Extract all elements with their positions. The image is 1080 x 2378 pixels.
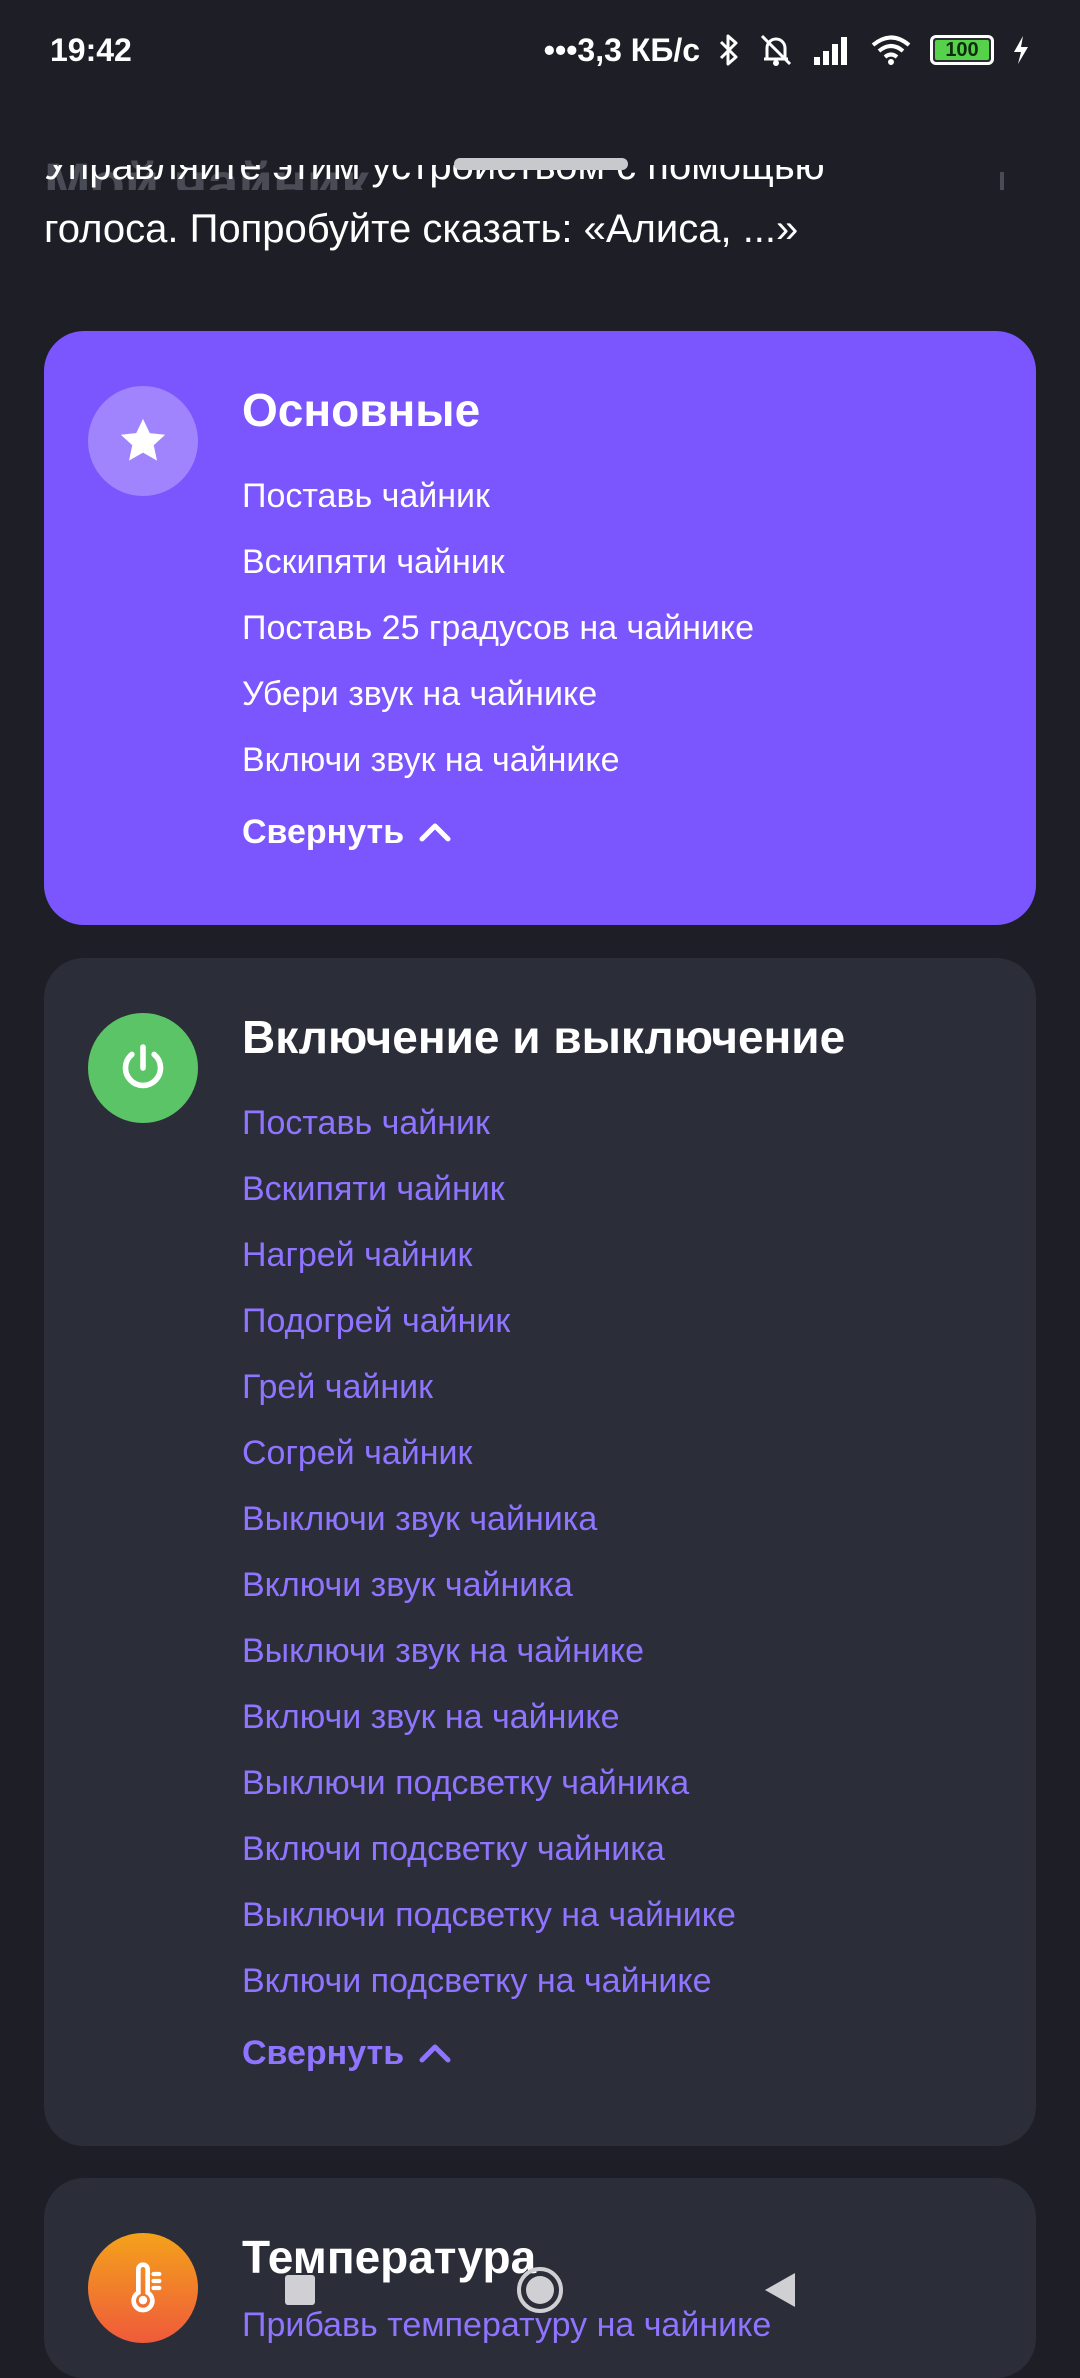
recent-apps-button[interactable] [275,2265,325,2315]
command-item[interactable]: Поставь чайник [242,463,754,529]
chevron-up-icon [418,813,452,852]
command-item[interactable]: Выключи звук на чайнике [242,1618,736,1684]
alarm-off-icon [758,32,794,68]
section-title-main: Основные [242,384,481,436]
status-time: 19:42 [50,31,132,68]
command-item[interactable]: Поставь 25 градусов на чайнике [242,595,754,661]
command-item[interactable]: Включи подсветку чайника [242,1816,736,1882]
section-card-main: Основные Поставь чайник Вскипяти чайник … [44,331,1036,925]
system-navigation-bar [0,2240,1080,2340]
power-icon [88,1013,198,1123]
command-item[interactable]: Согрей чайник [242,1420,736,1486]
wifi-icon [870,34,912,66]
status-icons: •••3,3 КБ/с 100 [544,32,1030,69]
home-button[interactable] [515,2265,565,2315]
command-list-main: Поставь чайник Вскипяти чайник Поставь 2… [242,463,754,793]
command-list-power: Поставь чайник Вскипяти чайник Нагрей ча… [242,1090,736,2014]
bluetooth-icon [718,33,740,67]
charging-icon [1012,35,1030,65]
collapse-button-power[interactable]: Свернуть [242,2034,452,2073]
battery-level: 100 [945,39,979,61]
section-card-power: Включение и выключение Поставь чайник Вс… [44,958,1036,2146]
command-item[interactable]: Включи подсветку на чайнике [242,1948,736,2014]
signal-icon [812,35,852,65]
command-item[interactable]: Включи звук на чайнике [242,727,754,793]
intro-text: Управляйте этим устройством с помощью го… [44,165,1034,285]
command-item[interactable]: Выключи подсветку на чайнике [242,1882,736,1948]
command-item[interactable]: Вскипяти чайник [242,1156,736,1222]
command-item[interactable]: Грей чайник [242,1354,736,1420]
command-item[interactable]: Включи звук чайника [242,1552,736,1618]
command-item[interactable]: Включи звук на чайнике [242,1684,736,1750]
network-speed: •••3,3 КБ/с [543,31,700,68]
chevron-up-icon [418,2034,452,2073]
command-item[interactable]: Подогрей чайник [242,1288,736,1354]
star-icon [88,386,198,496]
intro-line-2: голоса. Попробуйте сказать: «Алиса, ...» [44,207,799,251]
command-item[interactable]: Поставь чайник [242,1090,736,1156]
command-item[interactable]: Убери звук на чайнике [242,661,754,727]
status-bar: 19:42 •••3,3 КБ/с 100 [0,0,1080,100]
command-item[interactable]: Выключи подсветку чайника [242,1750,736,1816]
section-title-power: Включение и выключение [242,1011,846,1063]
sheet-drag-handle[interactable] [454,158,628,170]
command-item[interactable]: Нагрей чайник [242,1222,736,1288]
command-item[interactable]: Выключи звук чайника [242,1486,736,1552]
command-item[interactable]: Вскипяти чайник [242,529,754,595]
collapse-label: Свернуть [242,2034,405,2072]
collapse-label: Свернуть [242,813,405,851]
collapse-button-main[interactable]: Свернуть [242,813,452,852]
battery-icon: 100 [930,35,994,65]
back-button[interactable] [755,2265,805,2315]
